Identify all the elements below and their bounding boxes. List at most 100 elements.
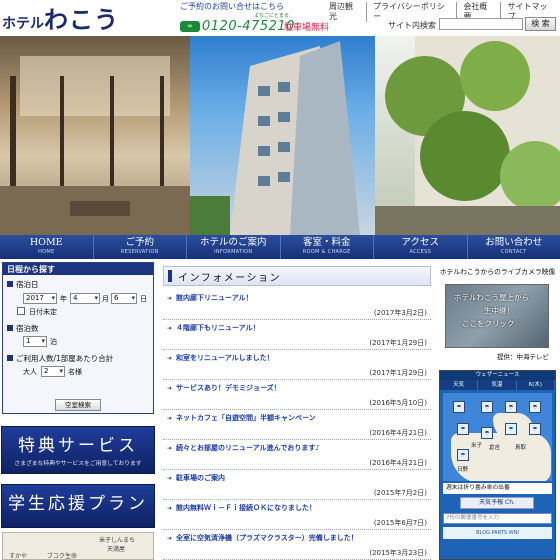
news-text: 全室に空気清浄機（プラズマクラスター）完備しました！ xyxy=(176,534,358,542)
day-select[interactable]: 6 xyxy=(111,293,137,304)
weather-tabs: 天気 気温 6(木) xyxy=(440,380,555,390)
news-item: ➜ 館内廊下リニューアル！ (2017年3月2日) xyxy=(163,290,431,320)
year-unit: 年 xyxy=(60,295,67,303)
arrow-right-icon: ➜ xyxy=(167,535,173,542)
news-link[interactable]: ➜ ４階廊下もリニューアル！ xyxy=(167,323,260,333)
news-text: 和室をリニューアルしました！ xyxy=(176,354,274,362)
month-select[interactable]: 4 xyxy=(70,293,100,304)
postal-code-input[interactable]: 7桁の郵便番号を入力 xyxy=(443,513,552,524)
live-camera-caption: ホテルわこう屋上から 生中継！ ここをクリック xyxy=(454,291,529,330)
news-item: ➜ 和室をリニューアルしました！ (2017年1月29日) xyxy=(163,350,431,380)
news-text: 駐車場のご案内 xyxy=(176,474,226,482)
hero-building-photo xyxy=(190,36,375,235)
arrow-right-icon: ➜ xyxy=(167,355,173,362)
nav-room-charge-title: 客室・料金 xyxy=(302,237,351,248)
nav-room-charge[interactable]: 客室・料金 ROOM & CHARGE xyxy=(281,235,374,259)
tab-date[interactable]: 6(木) xyxy=(517,380,555,390)
news-link[interactable]: ➜ サービスあり！デモミジョーズ！ xyxy=(167,383,281,393)
nav-access[interactable]: アクセス ACCESS xyxy=(374,235,468,259)
adult-select[interactable]: 2 xyxy=(41,366,65,377)
student-plan-title: 学生応援プラン xyxy=(8,494,148,514)
info-column: インフォメーション ➜ 館内廊下リニューアル！ (2017年3月2日) ➜ ４階廊下… xyxy=(163,262,431,560)
site-search-label: サイト内検索 xyxy=(388,21,436,30)
info-header-bar xyxy=(168,270,172,282)
nav-reservation-title: ご予約 xyxy=(125,237,154,248)
nav-reservation[interactable]: ご予約 RESERVATION xyxy=(94,235,187,259)
live-camera-title: ホテルわこうからのライブカメラ映像 xyxy=(439,268,556,276)
adult-unit: 名様 xyxy=(68,368,82,376)
left-column: 日程から探す 宿泊日 2017 年 4 月 6 日 日付未定 宿泊数 1 泊 ご… xyxy=(0,262,157,560)
site-search-button[interactable]: 検 索 xyxy=(525,17,556,31)
news-item: ➜ 続々とお部屋のリニューアル進んでおります♪ (2016年4月21日) xyxy=(163,440,431,470)
booking-title: 日程から探す xyxy=(3,263,153,275)
nav-contact-title: お問い合わせ xyxy=(485,237,543,248)
bullet-square-icon xyxy=(7,281,13,287)
live-line1: ホテルわこう屋上から xyxy=(454,293,529,302)
lobby-illustration xyxy=(0,56,190,235)
year-select[interactable]: 2017 xyxy=(23,293,57,304)
map-place-tenmaya: 天満屋 xyxy=(107,546,126,553)
news-date: (2016年5月10日) xyxy=(369,399,427,407)
news-date: (2015年3月23日) xyxy=(369,549,427,557)
map-place-shinmachi: 米子しんまち xyxy=(99,537,136,544)
arrow-right-icon: ➜ xyxy=(167,475,173,482)
weather-comment: 週末は折り畳み傘の出番 xyxy=(443,483,552,494)
freedial-icon: ∞ xyxy=(180,21,200,32)
date-undecided-checkbox[interactable] xyxy=(17,307,25,315)
weather-cloud-icon: ☂ xyxy=(481,401,493,413)
weather-widget: ウェザーニュース 天気 気温 6(木) ☂ ☂ ☂ ☂ ☂ ☂ ☂ ☂ ☂ 日野… xyxy=(439,370,556,560)
nav-contact[interactable]: お問い合わせ CONTACT xyxy=(468,235,560,259)
region-label: 鳥取 xyxy=(515,445,527,451)
weather-map: ☂ ☂ ☂ ☂ ☂ ☂ ☂ ☂ ☂ 日野 倉吉 米子 鳥取 xyxy=(443,393,552,481)
weather-forecast-button[interactable]: 天気予報 Ch. xyxy=(460,497,534,509)
nights-select[interactable]: 1 xyxy=(23,336,47,347)
people-label-text: ご利用人数/1部屋あたり合計 xyxy=(16,354,114,363)
special-service-banner[interactable]: 特典サービス さまざまな特典やサービスをご用意しております xyxy=(1,426,155,474)
news-link[interactable]: ➜ 和室をリニューアルしました！ xyxy=(167,353,274,363)
news-text: サービスあり！デモミジョーズ！ xyxy=(176,384,281,392)
nav-information[interactable]: ホテルのご案内 INFORMATION xyxy=(187,235,281,259)
info-title: インフォメーション xyxy=(178,273,281,284)
news-date: (2017年1月29日) xyxy=(369,369,427,377)
region-label: 倉吉 xyxy=(489,445,501,451)
building-illustration xyxy=(190,41,360,235)
nav-information-title: ホテルのご案内 xyxy=(199,237,267,248)
nights-unit: 泊 xyxy=(50,338,57,346)
toplink-sightseeing[interactable]: 周辺観光 xyxy=(323,2,368,22)
news-item: ➜ ４階廊下もリニューアル！ (2017年1月29日) xyxy=(163,320,431,350)
tab-weather[interactable]: 天気 xyxy=(440,380,479,390)
hotel-logo[interactable]: ホテル わこう xyxy=(2,0,119,36)
tab-temperature[interactable]: 気温 xyxy=(478,380,517,390)
weather-ad[interactable]: BLOG PARTS WNI xyxy=(443,527,552,539)
vacancy-search-button[interactable]: 空室検索 xyxy=(55,399,101,411)
logo-small-text: ホテル xyxy=(2,16,44,32)
live-line3: ここをクリック xyxy=(462,319,515,328)
news-link[interactable]: ➜ ネットカフェ「自遊空間」半額キャンペーン xyxy=(167,413,316,423)
contact-text: ご予約のお問い合せはこちら xyxy=(180,2,284,11)
nav-contact-sub: CONTACT xyxy=(500,249,527,255)
live-camera-link[interactable]: ホテルわこう屋上から 生中継！ ここをクリック xyxy=(445,284,549,348)
site-search-input[interactable] xyxy=(439,18,523,30)
right-column: ホテルわこうからのライブカメラ映像 ホテルわこう屋上から 生中継！ ここをクリッ… xyxy=(435,262,560,560)
weather-cloud-icon: ☂ xyxy=(505,401,517,413)
weather-cloud-icon: ☂ xyxy=(529,423,541,435)
access-map-thumbnail[interactable]: 米子しんまち 天満屋 すかや ブコク生命 xyxy=(2,532,154,560)
student-plan-banner[interactable]: 学生応援プラン xyxy=(1,484,155,528)
news-link[interactable]: ➜ 全室に空気清浄機（プラズマクラスター）完備しました！ xyxy=(167,533,358,543)
weather-cloud-icon: ☂ xyxy=(453,401,465,413)
bullet-square-icon xyxy=(7,355,13,361)
news-link[interactable]: ➜ 続々とお部屋のリニューアル進んでおります♪ xyxy=(167,443,320,453)
news-link[interactable]: ➜ 館内無料Ｗｉ－Ｆｉ接続ＯＫになりました！ xyxy=(167,503,316,513)
adult-label: 大人 xyxy=(23,368,37,376)
news-link[interactable]: ➜ 館内廊下リニューアル！ xyxy=(167,293,253,303)
news-date: (2017年1月29日) xyxy=(369,339,427,347)
logo-big-text: わこう xyxy=(44,5,119,34)
news-date: (2015年6月7日) xyxy=(373,519,427,527)
nav-access-title: アクセス xyxy=(401,237,440,248)
news-link[interactable]: ➜ 駐車場のご案内 xyxy=(167,473,225,483)
special-service-sub: さまざまな特典やサービスをご用意しております xyxy=(14,461,142,467)
freedial-row[interactable]: ∞ 0120-475210 xyxy=(180,19,295,34)
main-nav: HOME HOME ご予約 RESERVATION ホテルのご案内 INFORM… xyxy=(0,235,560,259)
nav-home[interactable]: HOME HOME xyxy=(0,235,94,259)
weather-cloud-icon: ☂ xyxy=(505,423,517,435)
